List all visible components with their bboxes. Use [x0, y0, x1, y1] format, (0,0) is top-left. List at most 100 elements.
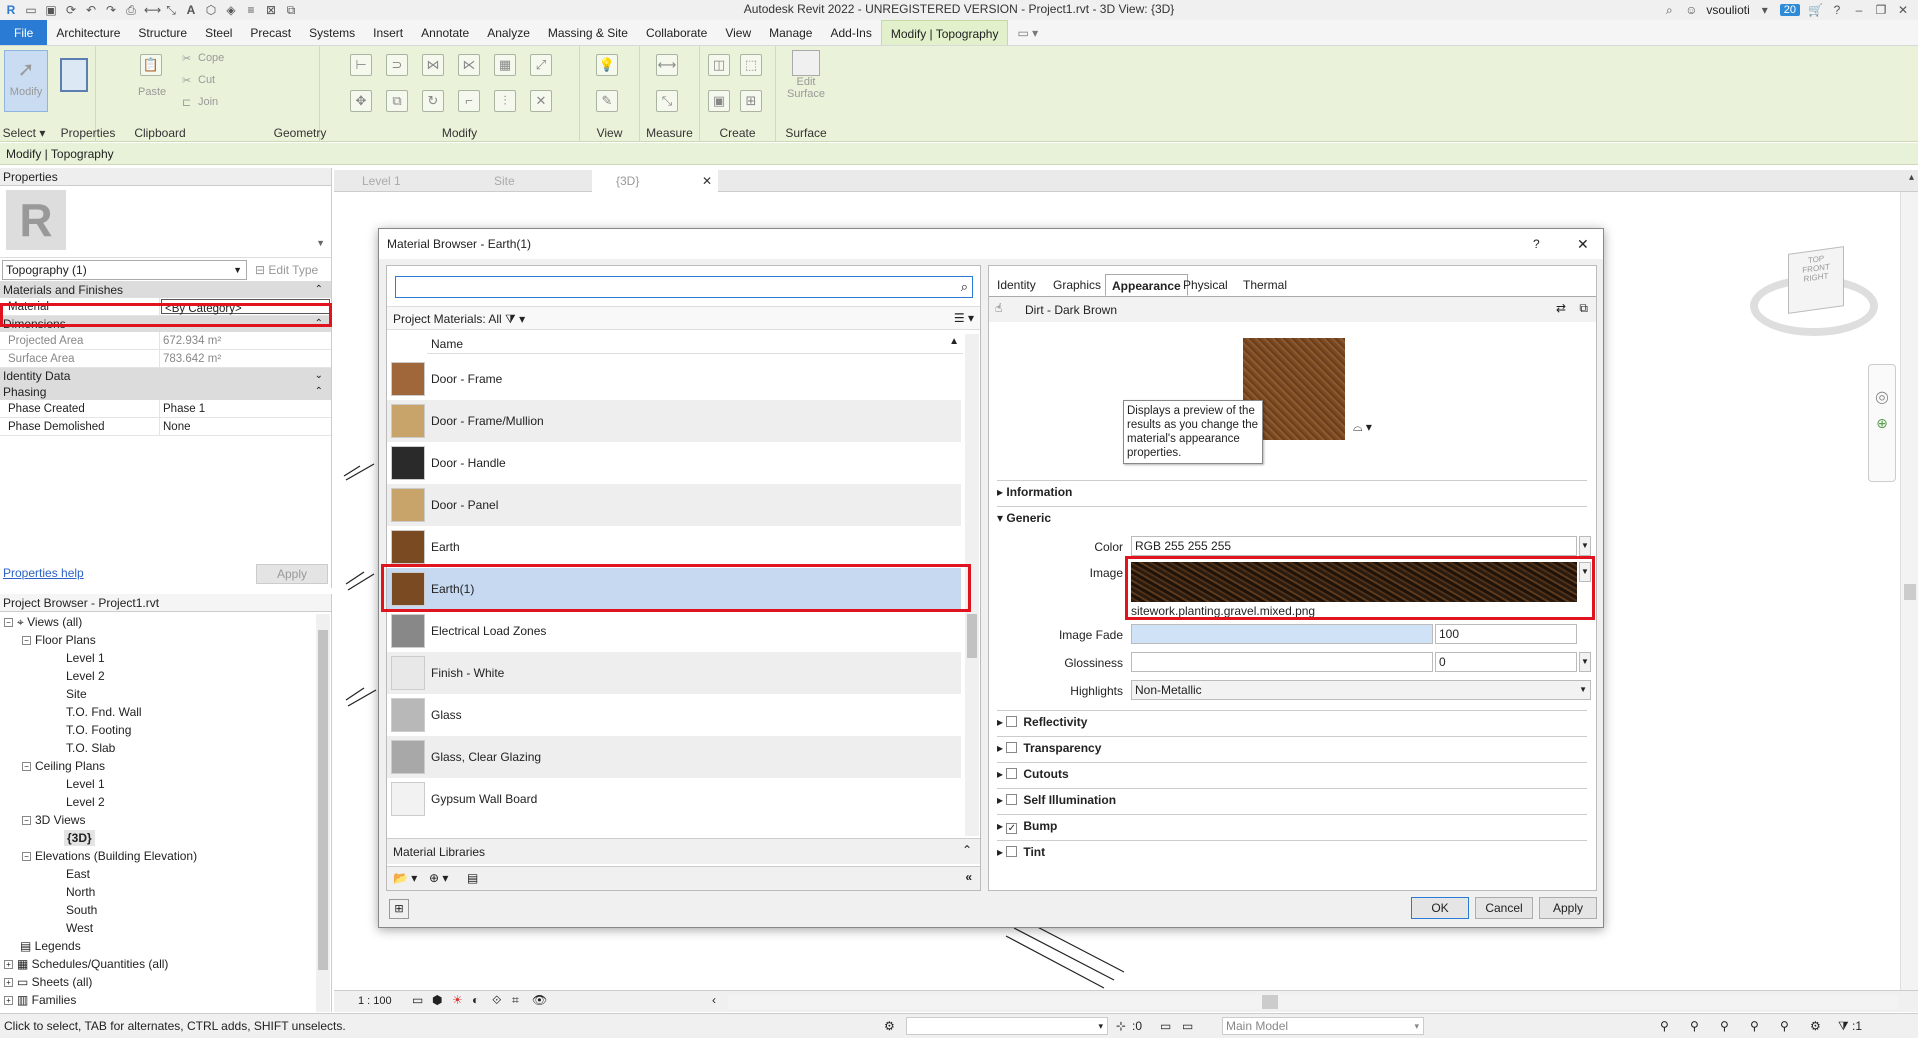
- tree-views-all[interactable]: − ⌖ Views (all): [4, 614, 82, 630]
- cutouts-checkbox[interactable]: [1006, 768, 1018, 779]
- tree-ceiling-plans[interactable]: − Ceiling Plans: [22, 758, 105, 774]
- create-parts-icon[interactable]: ◫: [708, 54, 730, 76]
- bump-checkbox[interactable]: ✓: [1006, 823, 1018, 834]
- reflectivity-checkbox[interactable]: [1006, 716, 1018, 727]
- image-fade-slider[interactable]: [1131, 624, 1433, 644]
- tab-view[interactable]: View: [716, 20, 760, 45]
- tabs-menu-icon[interactable]: ▴: [1909, 172, 1914, 183]
- material-row[interactable]: Glass, Clear Glazing: [387, 736, 961, 778]
- material-row[interactable]: Door - Panel: [387, 484, 961, 526]
- tree-item[interactable]: Level 2: [66, 794, 105, 810]
- collapse-icon[interactable]: −: [22, 852, 31, 862]
- properties-apply-button[interactable]: Apply: [256, 564, 328, 584]
- array-icon[interactable]: ▦: [494, 54, 516, 76]
- expand-icon[interactable]: +: [4, 960, 13, 970]
- move-icon[interactable]: ✥: [350, 90, 372, 112]
- viewcube-box[interactable]: TOP FRONT RIGHT: [1788, 246, 1844, 314]
- create-similar-icon[interactable]: ⊞: [740, 90, 762, 112]
- tree-legends[interactable]: ▤ Legends: [20, 938, 81, 954]
- offset-icon[interactable]: ⊃: [386, 54, 408, 76]
- user-icon[interactable]: ☺: [1684, 3, 1698, 17]
- zoom-icon[interactable]: ⊕: [1869, 415, 1895, 432]
- material-search-input[interactable]: ⌕: [395, 276, 973, 298]
- apply-button[interactable]: Apply: [1539, 897, 1597, 919]
- material-row[interactable]: Earth: [387, 526, 961, 568]
- measure-tool-icon[interactable]: ⟷: [656, 54, 678, 76]
- section-phasing[interactable]: Phasing ⌃: [0, 384, 331, 400]
- split-icon[interactable]: ⫶: [494, 90, 516, 112]
- section-materials[interactable]: Materials and Finishes ⌃: [0, 282, 331, 298]
- tab-collaborate[interactable]: Collaborate: [637, 20, 716, 45]
- paint-icon[interactable]: ✎: [596, 90, 618, 112]
- worksets-icon[interactable]: ⚙: [884, 1014, 895, 1038]
- tree-item[interactable]: East: [66, 866, 90, 882]
- expand-icon[interactable]: +: [4, 978, 13, 988]
- shadows-icon[interactable]: ◐: [472, 993, 479, 1007]
- material-row[interactable]: Door - Frame: [387, 358, 961, 400]
- image-fade-value[interactable]: 100: [1435, 624, 1577, 644]
- edit-type-button[interactable]: ⊟ Edit Type: [255, 263, 318, 277]
- cut-icon[interactable]: ✂: [182, 74, 191, 87]
- property-row-phase-demolished[interactable]: Phase Demolished None: [0, 418, 331, 436]
- ok-button[interactable]: OK: [1411, 897, 1469, 919]
- preview-options-icon[interactable]: ⌓ ▾: [1353, 420, 1372, 435]
- tree-elevations[interactable]: − Elevations (Building Elevation): [22, 848, 197, 864]
- tab-annotate[interactable]: Annotate: [412, 20, 478, 45]
- design-option-icon[interactable]: ▭: [1182, 1014, 1193, 1038]
- select-links-icon[interactable]: ⚲: [1660, 1014, 1669, 1038]
- dialog-corner-icon[interactable]: ⊞: [389, 899, 409, 919]
- delete-icon[interactable]: ✕: [530, 90, 552, 112]
- phase-demolished-value[interactable]: None: [160, 418, 331, 435]
- tab-analyze[interactable]: Analyze: [478, 20, 539, 45]
- create-material-icon[interactable]: ⊕ ▾: [429, 871, 448, 885]
- dialog-close-icon[interactable]: ✕: [1577, 229, 1589, 259]
- hide-isolate-icon[interactable]: 👁: [532, 993, 547, 1007]
- cancel-button[interactable]: Cancel: [1475, 897, 1533, 919]
- tree-item[interactable]: Site: [66, 686, 87, 702]
- edit-surface-button[interactable]: Edit Surface: [784, 50, 828, 120]
- cut-label[interactable]: Cut: [198, 74, 215, 86]
- chevron-down-icon[interactable]: ▾: [1758, 3, 1772, 17]
- tab-systems[interactable]: Systems: [300, 20, 364, 45]
- create-assembly-icon[interactable]: ⬚: [740, 54, 762, 76]
- properties-button[interactable]: [56, 50, 92, 112]
- section-cutouts[interactable]: ▸ Cutouts: [997, 762, 1587, 781]
- crop-icon[interactable]: ⌗: [512, 993, 519, 1008]
- tab-file[interactable]: File: [0, 20, 48, 45]
- tree-item[interactable]: South: [66, 902, 97, 918]
- tree-item[interactable]: North: [66, 884, 95, 900]
- tab-precast[interactable]: Precast: [241, 20, 300, 45]
- steering-wheel-icon[interactable]: ◎: [1869, 387, 1895, 407]
- material-libraries-bar[interactable]: Material Libraries ⌃: [387, 838, 980, 864]
- scroll-left-icon[interactable]: ‹: [712, 993, 716, 1007]
- section-generic[interactable]: ▾ Generic: [997, 506, 1587, 525]
- visual-style-icon[interactable]: ⬢: [432, 993, 442, 1007]
- type-selector[interactable]: Topography (1) ▼: [2, 259, 247, 280]
- viewcube-right-face[interactable]: RIGHT: [1804, 271, 1829, 283]
- design-options-icon[interactable]: ▭: [1160, 1014, 1171, 1038]
- dimension-tool-icon[interactable]: ⤡: [656, 90, 678, 112]
- collapse-icon[interactable]: −: [22, 762, 31, 772]
- canvas-scrollbar[interactable]: [1900, 192, 1918, 990]
- property-row-phase-created[interactable]: Phase Created Phase 1: [0, 400, 331, 418]
- scale-value[interactable]: 1 : 100: [358, 995, 392, 1007]
- cope-label[interactable]: Cope: [198, 52, 224, 64]
- section-information[interactable]: ▸ Information: [997, 480, 1587, 499]
- join-icon[interactable]: ⊏: [182, 96, 191, 109]
- cart-icon[interactable]: 🛒: [1808, 3, 1823, 17]
- view-tab-3d[interactable]: {3D} ✕: [592, 170, 718, 192]
- create-group-icon[interactable]: ▣: [708, 90, 730, 112]
- collapse-icon[interactable]: −: [4, 618, 13, 628]
- tree-floor-plans[interactable]: − Floor Plans: [22, 632, 96, 648]
- color-field[interactable]: RGB 255 255 255: [1131, 536, 1577, 556]
- section-reflectivity[interactable]: ▸ Reflectivity: [997, 710, 1587, 729]
- tab-add-ins[interactable]: Add-Ins: [821, 20, 880, 45]
- collapse-icon[interactable]: −: [22, 816, 31, 826]
- asset-browser-icon[interactable]: ▤: [467, 871, 478, 885]
- select-pinned-icon[interactable]: ⚲: [1720, 1014, 1729, 1038]
- drag-elements-icon[interactable]: ⚲: [1780, 1014, 1789, 1038]
- minimize-icon[interactable]: –: [1852, 3, 1866, 17]
- tree-item[interactable]: T.O. Slab: [66, 740, 115, 756]
- tab-manage[interactable]: Manage: [760, 20, 821, 45]
- tab-architecture[interactable]: Architecture: [47, 20, 129, 45]
